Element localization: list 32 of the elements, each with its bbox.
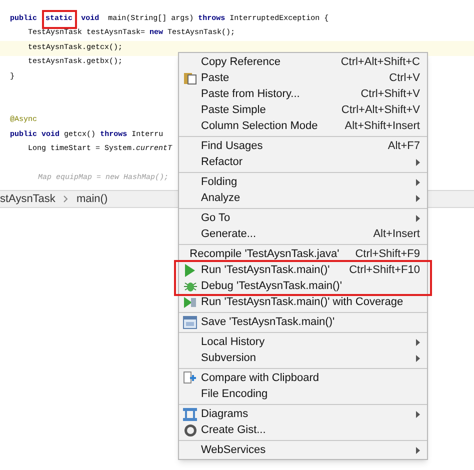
menu-item[interactable]: Paste Simple Ctrl+Alt+Shift+V [179,102,427,118]
menu-item[interactable]: Go To [179,210,427,226]
menu-item[interactable]: Recompile 'TestAysnTask.java' Ctrl+Shift+F9 [179,246,427,262]
menu-item[interactable]: Debug 'TestAysnTask.main()' [179,278,427,294]
menu-item[interactable]: Paste Ctrl+V [179,70,427,86]
menu-item[interactable]: Local History [179,334,427,350]
menu-item[interactable]: Subversion [179,350,427,366]
menu-item[interactable]: Copy Reference Ctrl+Alt+Shift+C [179,54,427,70]
menu-item[interactable]: Run 'TestAysnTask.main()' Ctrl+Shift+F10 [179,262,427,278]
menu-item[interactable]: Find Usages Alt+F7 [179,138,427,154]
menu-item[interactable]: File Encoding [179,386,427,402]
menu-item[interactable]: Folding [179,174,427,190]
diagram-icon [183,408,197,420]
menu-item[interactable]: WebServices [179,442,427,458]
menu-item[interactable]: Compare with Clipboard [179,370,427,386]
chevron-icon [63,195,68,203]
menu-item[interactable]: Analyze [179,190,427,206]
breadcrumb-item[interactable]: stAysnTask [0,190,56,208]
window-icon [183,316,197,328]
menu-item[interactable]: Refactor [179,154,427,170]
menu-item[interactable]: Diagrams [179,406,427,422]
menu-item[interactable]: Save 'TestAysnTask.main()' [179,314,427,330]
compare-icon [183,371,197,385]
bug-icon [184,280,196,292]
menu-item[interactable]: Column Selection Mode Alt+Shift+Insert [179,118,427,134]
menu-item[interactable]: Generate... Alt+Insert [179,226,427,242]
menu-item[interactable]: Create Gist... [179,422,427,438]
menu-item[interactable]: Run 'TestAysnTask.main()' with Coverage [179,294,427,310]
menu-item[interactable]: Paste from History... Ctrl+Shift+V [179,86,427,102]
play-icon [184,264,196,276]
breadcrumb-item[interactable]: main() [76,190,108,208]
clipboard-icon [183,71,197,85]
